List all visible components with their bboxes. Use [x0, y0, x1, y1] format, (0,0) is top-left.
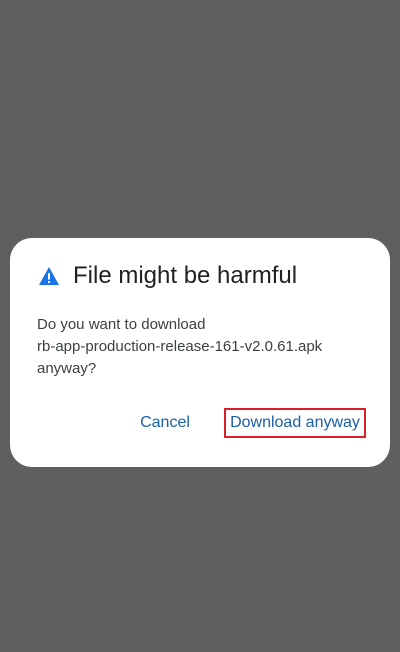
download-anyway-button[interactable]: Download anyway [224, 408, 366, 438]
cancel-button[interactable]: Cancel [140, 408, 190, 438]
message-line: anyway? [37, 360, 97, 377]
dialog-title-row: File might be harmful [38, 260, 297, 292]
dialog-message: Do you want to download rb-app-productio… [37, 314, 377, 380]
dialog-actions: Cancel Download anyway [10, 408, 390, 440]
dialog-title: File might be harmful [73, 262, 298, 289]
message-line: Do you want to download [37, 316, 206, 333]
warning-triangle-icon [39, 267, 59, 285]
file-name: rb-app-production-release-161-v2.0.61.ap… [37, 338, 323, 355]
harmful-file-dialog: File might be harmful Do you want to dow… [10, 238, 390, 467]
